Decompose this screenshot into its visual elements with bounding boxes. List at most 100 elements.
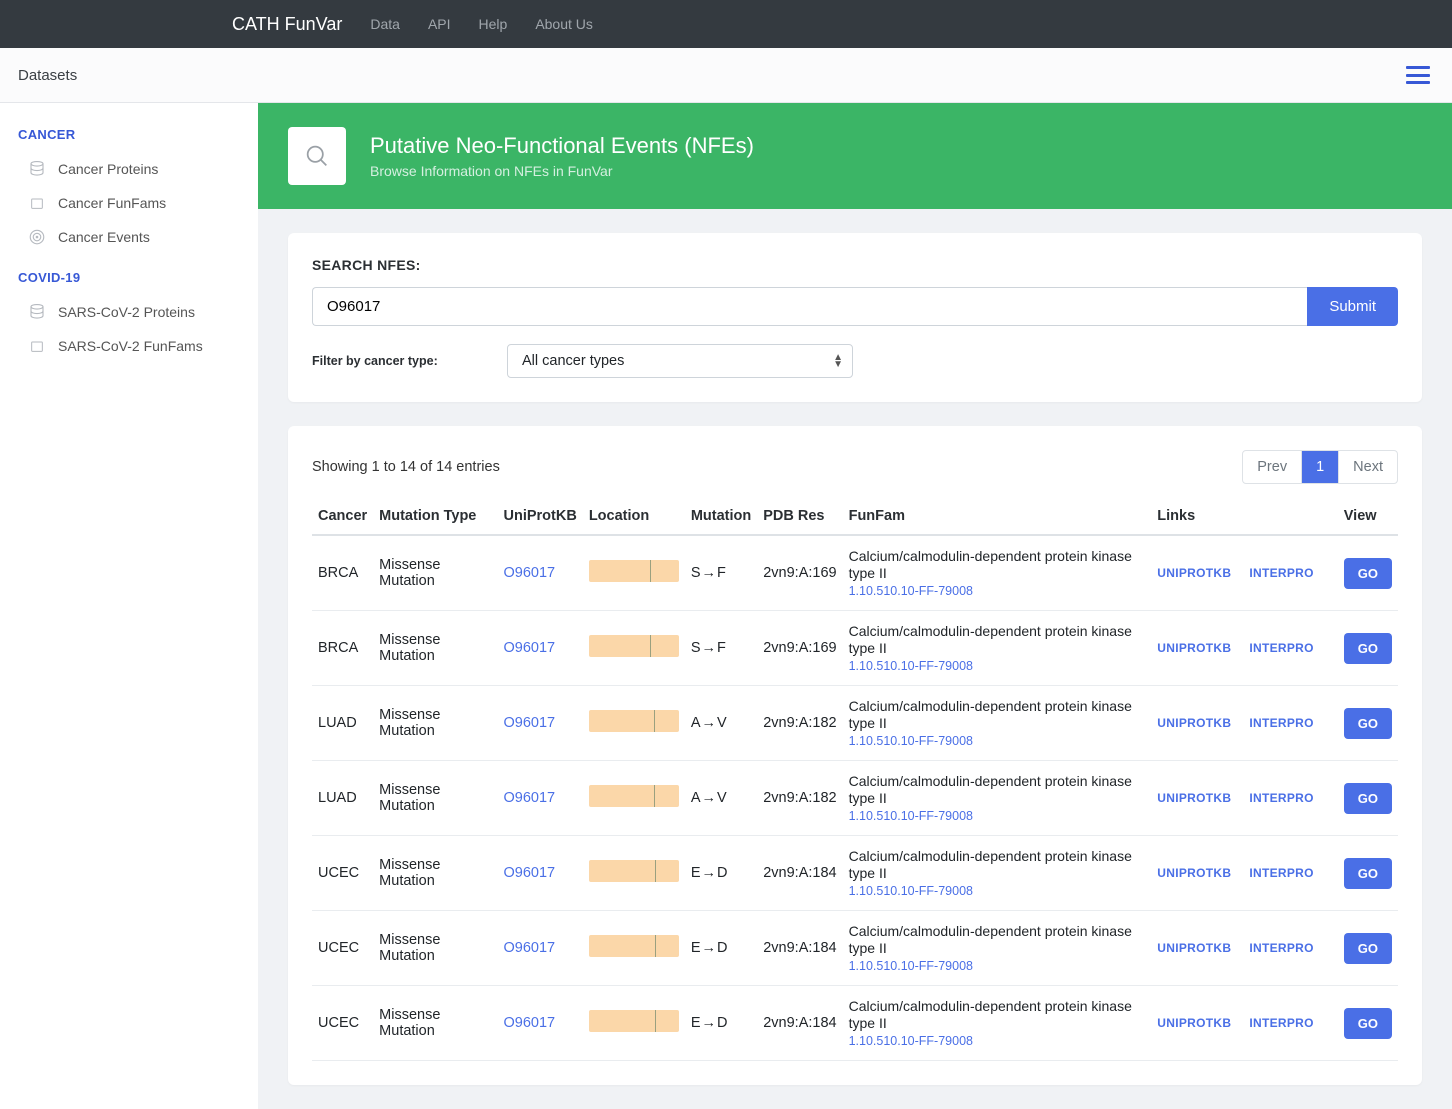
table-row: LUADMissense MutationO96017A→V2vn9:A:182…	[312, 761, 1398, 836]
uniprot-link[interactable]: O96017	[504, 1015, 556, 1031]
interpro-link[interactable]: INTERPRO	[1249, 941, 1313, 955]
funfam-name: Calcium/calmodulin-dependent protein kin…	[849, 623, 1132, 656]
secondary-bar: Datasets	[0, 48, 1452, 103]
interpro-link[interactable]: INTERPRO	[1249, 791, 1313, 805]
uniprotkb-link[interactable]: UNIPROTKB	[1157, 641, 1231, 655]
cell-pdb: 2vn9:A:169	[757, 611, 842, 686]
cell-mutation: A→V	[685, 761, 757, 836]
table-row: LUADMissense MutationO96017A→V2vn9:A:182…	[312, 686, 1398, 761]
funfam-id-link[interactable]: 1.10.510.10-FF-79008	[849, 809, 1146, 823]
sidebar-group-cancer: CANCER	[0, 121, 258, 152]
col-mutation: Mutation	[685, 498, 757, 535]
go-button[interactable]: GO	[1344, 933, 1392, 964]
interpro-link[interactable]: INTERPRO	[1249, 866, 1313, 880]
chevron-updown-icon: ▲▼	[833, 354, 843, 368]
uniprot-link[interactable]: O96017	[504, 715, 556, 731]
datasets-label: Datasets	[18, 67, 77, 84]
nav-link-data[interactable]: Data	[370, 16, 400, 32]
page-title: Putative Neo-Functional Events (NFEs)	[370, 133, 754, 159]
cell-mutation-type: Missense Mutation	[373, 911, 497, 986]
sidebar-item-label: SARS-CoV-2 FunFams	[58, 338, 203, 354]
funfam-name: Calcium/calmodulin-dependent protein kin…	[849, 848, 1132, 881]
page-next[interactable]: Next	[1338, 451, 1397, 483]
location-bar	[589, 635, 679, 657]
uniprot-link[interactable]: O96017	[504, 790, 556, 806]
nav-link-api[interactable]: API	[428, 16, 451, 32]
cell-cancer: UCEC	[312, 911, 373, 986]
cell-pdb: 2vn9:A:184	[757, 836, 842, 911]
database-icon	[28, 303, 46, 321]
table-row: UCECMissense MutationO96017E→D2vn9:A:184…	[312, 836, 1398, 911]
cell-cancer: BRCA	[312, 611, 373, 686]
entries-info: Showing 1 to 14 of 14 entries	[312, 459, 500, 475]
go-button[interactable]: GO	[1344, 783, 1392, 814]
cell-mutation: E→D	[685, 836, 757, 911]
funfam-name: Calcium/calmodulin-dependent protein kin…	[849, 923, 1132, 956]
col-mutation-type: Mutation Type	[373, 498, 497, 535]
results-panel: Showing 1 to 14 of 14 entries Prev 1 Nex…	[288, 426, 1422, 1085]
uniprotkb-link[interactable]: UNIPROTKB	[1157, 716, 1231, 730]
interpro-link[interactable]: INTERPRO	[1249, 1016, 1313, 1030]
uniprotkb-link[interactable]: UNIPROTKB	[1157, 941, 1231, 955]
uniprot-link[interactable]: O96017	[504, 565, 556, 581]
cell-pdb: 2vn9:A:169	[757, 535, 842, 611]
location-bar	[589, 935, 679, 957]
nav-link-help[interactable]: Help	[479, 16, 508, 32]
menu-toggle-icon[interactable]	[1406, 66, 1430, 84]
uniprotkb-link[interactable]: UNIPROTKB	[1157, 791, 1231, 805]
funfam-id-link[interactable]: 1.10.510.10-FF-79008	[849, 959, 1146, 973]
cell-mutation: S→F	[685, 611, 757, 686]
cell-mutation: S→F	[685, 535, 757, 611]
page-prev[interactable]: Prev	[1243, 451, 1301, 483]
cell-mutation-type: Missense Mutation	[373, 986, 497, 1061]
funfam-id-link[interactable]: 1.10.510.10-FF-79008	[849, 584, 1146, 598]
page-1[interactable]: 1	[1301, 451, 1338, 483]
funfam-id-link[interactable]: 1.10.510.10-FF-79008	[849, 884, 1146, 898]
col-location: Location	[583, 498, 685, 535]
col-view: View	[1338, 498, 1398, 535]
sidebar-item-sars-proteins[interactable]: SARS-CoV-2 Proteins	[0, 295, 258, 329]
sidebar-item-cancer-proteins[interactable]: Cancer Proteins	[0, 152, 258, 186]
col-links: Links	[1151, 498, 1337, 535]
location-bar	[589, 560, 679, 582]
sidebar-item-cancer-events[interactable]: Cancer Events	[0, 220, 258, 254]
go-button[interactable]: GO	[1344, 633, 1392, 664]
database-icon	[28, 160, 46, 178]
submit-button[interactable]: Submit	[1307, 287, 1398, 326]
uniprot-link[interactable]: O96017	[504, 940, 556, 956]
uniprotkb-link[interactable]: UNIPROTKB	[1157, 1016, 1231, 1030]
interpro-link[interactable]: INTERPRO	[1249, 566, 1313, 580]
uniprotkb-link[interactable]: UNIPROTKB	[1157, 866, 1231, 880]
go-button[interactable]: GO	[1344, 708, 1392, 739]
cell-mutation-type: Missense Mutation	[373, 836, 497, 911]
funfam-id-link[interactable]: 1.10.510.10-FF-79008	[849, 734, 1146, 748]
box-icon	[28, 337, 46, 355]
search-input[interactable]	[312, 287, 1307, 326]
cell-mutation-type: Missense Mutation	[373, 686, 497, 761]
interpro-link[interactable]: INTERPRO	[1249, 716, 1313, 730]
cell-mutation-type: Missense Mutation	[373, 611, 497, 686]
brand[interactable]: CATH FunVar	[232, 14, 342, 35]
cancer-type-select[interactable]: All cancer types ▲▼	[507, 344, 853, 378]
go-button[interactable]: GO	[1344, 558, 1392, 589]
select-value: All cancer types	[507, 344, 853, 378]
uniprot-link[interactable]: O96017	[504, 640, 556, 656]
sidebar-item-sars-funfams[interactable]: SARS-CoV-2 FunFams	[0, 329, 258, 363]
search-heading: SEARCH NFES:	[312, 257, 1398, 273]
go-button[interactable]: GO	[1344, 858, 1392, 889]
top-navbar: CATH FunVar Data API Help About Us	[0, 0, 1452, 48]
sidebar-item-cancer-funfams[interactable]: Cancer FunFams	[0, 186, 258, 220]
go-button[interactable]: GO	[1344, 1008, 1392, 1039]
page-hero: Putative Neo-Functional Events (NFEs) Br…	[258, 103, 1452, 209]
col-pdb: PDB Res	[757, 498, 842, 535]
uniprotkb-link[interactable]: UNIPROTKB	[1157, 566, 1231, 580]
cell-pdb: 2vn9:A:184	[757, 911, 842, 986]
funfam-name: Calcium/calmodulin-dependent protein kin…	[849, 998, 1132, 1031]
interpro-link[interactable]: INTERPRO	[1249, 641, 1313, 655]
nav-link-about[interactable]: About Us	[535, 16, 593, 32]
uniprot-link[interactable]: O96017	[504, 865, 556, 881]
funfam-id-link[interactable]: 1.10.510.10-FF-79008	[849, 659, 1146, 673]
cell-pdb: 2vn9:A:182	[757, 761, 842, 836]
col-cancer: Cancer	[312, 498, 373, 535]
funfam-id-link[interactable]: 1.10.510.10-FF-79008	[849, 1034, 1146, 1048]
